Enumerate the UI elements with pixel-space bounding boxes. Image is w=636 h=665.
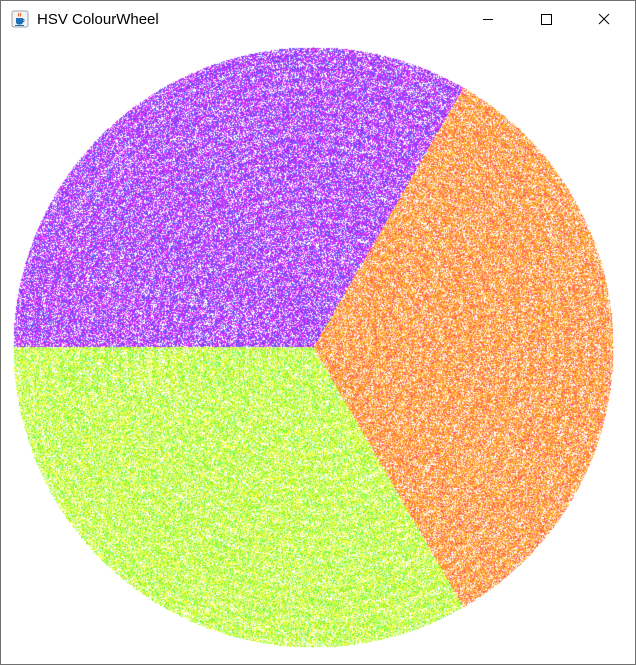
java-cup-icon	[11, 10, 29, 28]
app-window: HSV ColourWheel	[0, 0, 636, 665]
window-title: HSV ColourWheel	[37, 11, 159, 28]
drawing-panel	[1, 37, 635, 664]
minimize-icon	[483, 19, 493, 20]
minimize-button[interactable]	[459, 1, 517, 37]
close-button[interactable]	[575, 1, 633, 37]
close-icon	[598, 13, 610, 25]
hsv-colour-wheel	[1, 37, 635, 664]
maximize-button[interactable]	[517, 1, 575, 37]
title-bar[interactable]: HSV ColourWheel	[1, 1, 635, 37]
maximize-icon	[541, 14, 552, 25]
